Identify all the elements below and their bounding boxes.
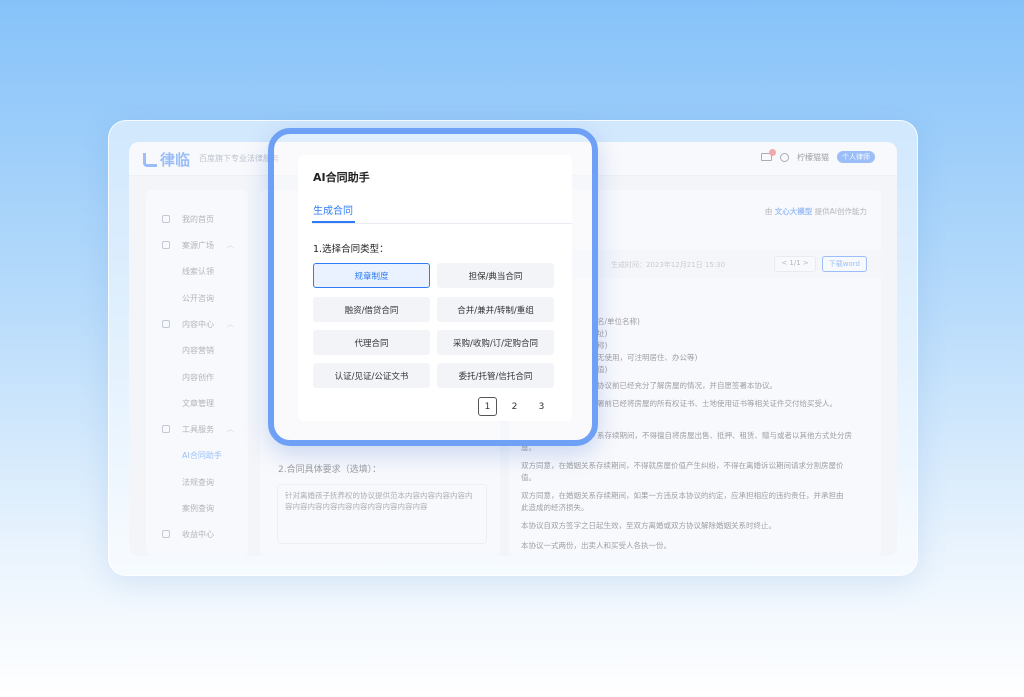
document-line: 址) — [597, 329, 608, 338]
document-line: 本协议自双方签字之日起生效，至双方离婚或双方协议解除婚姻关系时终止。 — [521, 521, 776, 530]
sidebar-item-earnings[interactable]: 收益中心 — [146, 526, 248, 542]
document-line: 系存续期间，不得擅自将房屋出售、抵押、租赁、赠与或者以其他方式处分房 — [597, 431, 852, 440]
document-line: 名/单位名称) — [597, 317, 640, 326]
sidebar-item-ai-contract[interactable]: AI合同助手 — [146, 447, 248, 463]
document-date: 生成时间：2023年12月21日 15:30 — [611, 261, 726, 269]
sidebar-item-leads[interactable]: 线索认领 — [146, 263, 248, 279]
sidebar-item-content-create[interactable]: 内容创作 — [146, 369, 248, 385]
user-badge: 个人律师 — [837, 151, 875, 163]
document-line: 无使用，可注明居住、办公等) — [597, 353, 698, 362]
user-area: 柠檬猫猫 个人律师 — [761, 149, 875, 163]
document-pager[interactable]: < 1/1 > — [774, 256, 816, 272]
document-line: 此造成的经济损失。 — [521, 503, 589, 512]
sidebar-item-case-search[interactable]: 案例查询 — [146, 500, 248, 516]
sidebar-item-content-marketing[interactable]: 内容营销 — [146, 342, 248, 358]
user-icon — [780, 152, 789, 162]
contract-type-option[interactable]: 担保/典当合同 — [437, 263, 554, 288]
content-icon — [162, 320, 170, 328]
sidebar-item-home[interactable]: 我的首页 — [146, 211, 248, 227]
requirement-textarea[interactable]: 针对离婚孩子抚养权的协议提供范本内容内容内容内容内容内容内容内容内容内容内容内容… — [277, 484, 487, 544]
powered-by: 由 文心大模型 提供AI创作能力 — [764, 207, 867, 216]
brand-slogan: 百度旗下专业法律服务 — [199, 154, 279, 163]
contract-type-option[interactable]: 代理合同 — [313, 330, 430, 355]
page-button-2[interactable]: 2 — [505, 397, 524, 416]
sidebar: 我的首页 案源广场 ︿ 线索认领 公开咨询 内容中心 ︿ 内容营销 内容创作 文章管… — [146, 190, 248, 556]
download-word-button[interactable]: 下载word — [821, 256, 867, 272]
notification-dot — [769, 149, 776, 156]
document-line: 双方同意，在婚姻关系存续期间，如果一方违反本协议的约定，应承担相应的违约责任，并… — [521, 491, 844, 500]
document-line: 双方同意，在婚姻关系存续期间，不得就房屋价值产生纠纷，不得在离婚诉讼期间请求分割… — [521, 461, 844, 470]
brand-name: 律临 — [160, 151, 191, 169]
chevron-up-icon: ︿ — [227, 320, 234, 328]
mail-icon[interactable] — [761, 149, 776, 161]
contract-type-option[interactable]: 合并/兼并/转制/重组 — [437, 297, 554, 322]
contract-type-option[interactable]: 采购/收购/订/定购合同 — [437, 330, 554, 355]
contract-type-option[interactable]: 认证/见证/公证文书 — [313, 363, 430, 388]
logo[interactable]: 律临 — [143, 149, 190, 170]
earnings-icon — [162, 530, 170, 538]
document-controls: < 1/1 > 下载word — [774, 256, 867, 272]
modal-title: AI合同助手 — [313, 171, 370, 184]
document-line: 值) — [597, 365, 608, 374]
sidebar-item-case-square[interactable]: 案源广场 ︿ — [146, 237, 248, 253]
ai-contract-modal: AI合同助手 生成合同 1.选择合同类型： 规章制度 担保/典当合同 融资/借贷… — [298, 155, 572, 421]
contract-type-option[interactable]: 规章制度 — [313, 263, 430, 288]
contract-type-option[interactable]: 融资/借贷合同 — [313, 297, 430, 322]
tab-divider — [312, 223, 572, 224]
sidebar-item-law-search[interactable]: 法规查询 — [146, 474, 248, 490]
document-line: 本协议一式两份，出卖人和买受人各执一份。 — [521, 541, 671, 550]
document-line: 协议前已经充分了解房屋的情况，并自愿签署本协议。 — [597, 381, 777, 390]
logo-icon — [143, 152, 157, 167]
requirement-title: 2.合同具体要求（选填）： — [278, 465, 382, 475]
chevron-up-icon: ︿ — [227, 425, 234, 433]
tools-icon — [162, 425, 170, 433]
sidebar-item-content-center[interactable]: 内容中心 ︿ — [146, 316, 248, 332]
page-button-1[interactable]: 1 — [478, 397, 497, 416]
sidebar-item-public-consult[interactable]: 公开咨询 — [146, 290, 248, 306]
contract-type-label: 1.选择合同类型： — [313, 244, 389, 255]
tab-generate-contract[interactable]: 生成合同 — [313, 202, 353, 217]
sidebar-item-tools[interactable]: 工具服务 ︿ — [146, 421, 248, 437]
document-line: 称) — [597, 341, 608, 350]
contract-type-option[interactable]: 委托/托管/信托合同 — [437, 363, 554, 388]
sidebar-item-articles[interactable]: 文章管理 — [146, 395, 248, 411]
user-name[interactable]: 柠檬猫猫 — [797, 152, 829, 163]
chevron-up-icon: ︿ — [227, 241, 234, 249]
home-icon — [162, 215, 170, 223]
document-line: 署前已经将房屋的所有权证书、土地使用证书等相关证件交付给买受人。 — [597, 399, 837, 408]
case-icon — [162, 241, 170, 249]
page-button-3[interactable]: 3 — [532, 397, 551, 416]
document-line: 值。 — [521, 473, 536, 482]
